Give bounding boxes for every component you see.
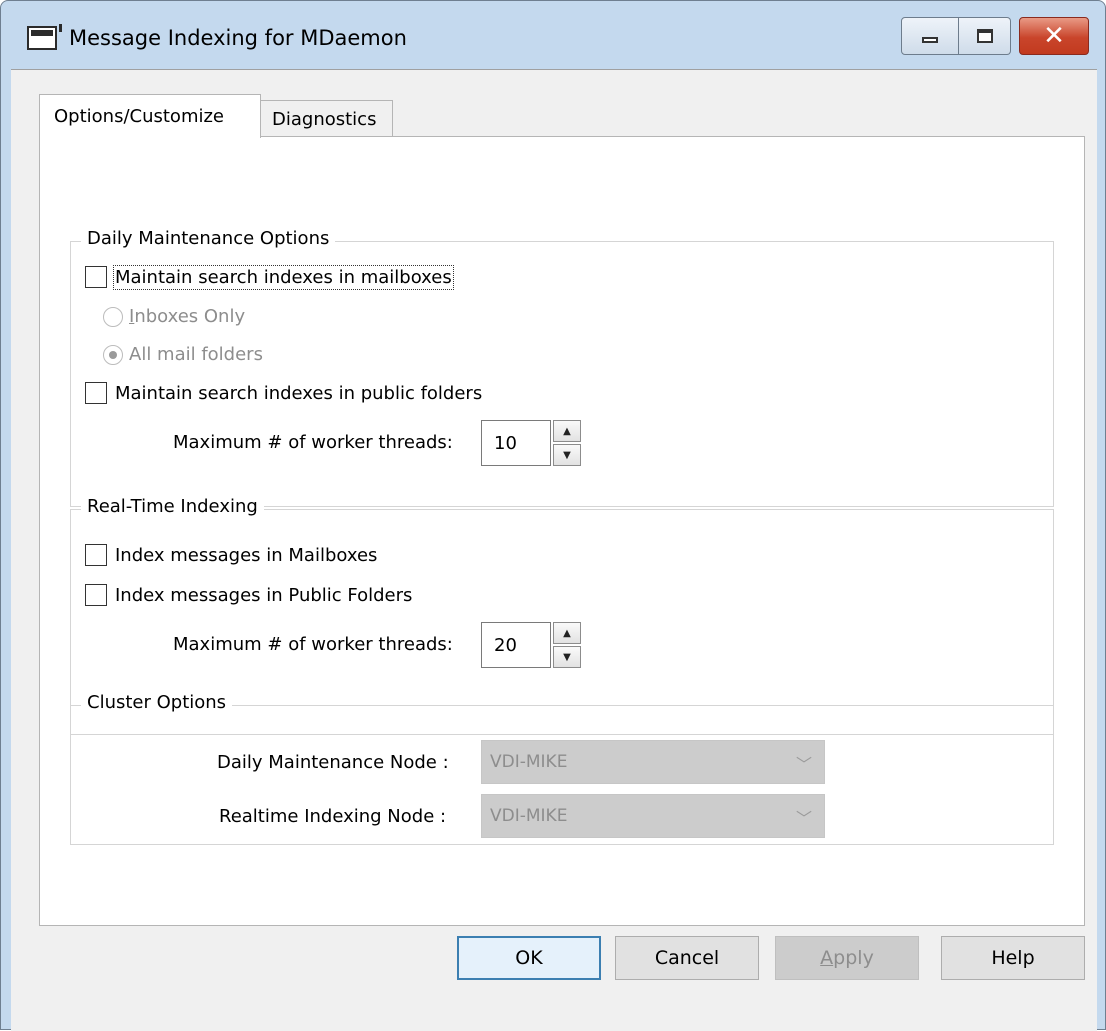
window-title: Message Indexing for MDaemon xyxy=(69,26,407,50)
dialog-client-area: Options/Customize Diagnostics Daily Main… xyxy=(11,69,1097,1031)
group-title: Cluster Options xyxy=(81,692,233,713)
daily-threads-label: Maximum # of worker threads: xyxy=(173,432,453,453)
dialog-window: Message Indexing for MDaemon ✕ Options/C… xyxy=(0,0,1106,1031)
maximize-button[interactable] xyxy=(959,17,1011,55)
tab-label: Options/Customize xyxy=(54,106,224,127)
group-title: Real-Time Indexing xyxy=(81,496,264,517)
all-mail-folders-label: All mail folders xyxy=(129,344,263,365)
cancel-button[interactable]: Cancel xyxy=(615,936,759,980)
realtime-threads-spinner: ▲ ▼ xyxy=(553,622,581,668)
realtime-node-label: Realtime Indexing Node : xyxy=(219,806,447,827)
daily-node-value: VDI-MIKE xyxy=(490,752,568,772)
spin-down-button[interactable]: ▼ xyxy=(553,646,581,668)
all-mail-folders-radio[interactable] xyxy=(103,344,123,365)
chevron-down-icon: ﹀ xyxy=(795,755,812,774)
apply-label: Apply xyxy=(820,947,874,969)
index-mailboxes-checkbox-row[interactable]: Index messages in Mailboxes xyxy=(85,544,377,566)
index-public-checkbox[interactable] xyxy=(85,584,107,606)
daily-maintenance-group: Daily Maintenance Options Maintain searc… xyxy=(70,228,1054,507)
daily-threads-input[interactable]: 10 xyxy=(481,420,551,466)
realtime-threads-label: Maximum # of worker threads: xyxy=(173,634,453,655)
triangle-down-icon: ▼ xyxy=(563,651,571,663)
triangle-down-icon: ▼ xyxy=(563,449,571,461)
daily-node-label: Daily Maintenance Node : xyxy=(217,752,449,773)
app-window-icon xyxy=(27,24,62,54)
realtime-node-select[interactable]: VDI-MIKE ﹀ xyxy=(481,794,825,838)
inboxes-only-label: Inboxes Only xyxy=(129,306,246,327)
maintain-public-checkbox[interactable] xyxy=(85,382,107,404)
daily-threads-spinner: ▲ ▼ xyxy=(553,420,581,466)
spin-down-button[interactable]: ▼ xyxy=(553,444,581,466)
daily-threads-value: 10 xyxy=(494,432,517,454)
realtime-threads-value: 20 xyxy=(494,634,517,656)
inboxes-only-radio-row[interactable]: Inboxes Only xyxy=(103,306,245,327)
maximize-icon xyxy=(976,29,993,43)
maintain-mailboxes-checkbox[interactable] xyxy=(85,266,107,288)
maintain-mailboxes-label: Maintain search indexes in mailboxes xyxy=(113,264,454,290)
options-tab-panel: Daily Maintenance Options Maintain searc… xyxy=(39,136,1085,926)
realtime-threads-input[interactable]: 20 xyxy=(481,622,551,668)
maintain-mailboxes-checkbox-row[interactable]: Maintain search indexes in mailboxes xyxy=(85,264,454,290)
triangle-up-icon: ▲ xyxy=(563,425,571,437)
cluster-options-group: Cluster Options Daily Maintenance Node :… xyxy=(70,692,1054,845)
help-button[interactable]: Help xyxy=(941,936,1085,980)
tab-options-customize[interactable]: Options/Customize xyxy=(39,94,261,138)
triangle-up-icon: ▲ xyxy=(563,627,571,639)
group-title: Daily Maintenance Options xyxy=(81,228,336,249)
apply-button[interactable]: Apply xyxy=(775,936,919,980)
index-public-checkbox-row[interactable]: Index messages in Public Folders xyxy=(85,584,412,606)
ok-button[interactable]: OK xyxy=(457,936,601,980)
index-mailboxes-label: Index messages in Mailboxes xyxy=(115,544,378,566)
all-mail-folders-radio-row[interactable]: All mail folders xyxy=(103,344,263,365)
tab-diagnostics[interactable]: Diagnostics xyxy=(259,100,393,138)
close-button[interactable]: ✕ xyxy=(1019,17,1089,55)
minimize-button[interactable] xyxy=(901,17,959,55)
title-bar[interactable]: Message Indexing for MDaemon ✕ xyxy=(1,1,1105,61)
index-mailboxes-checkbox[interactable] xyxy=(85,544,107,566)
spin-up-button[interactable]: ▲ xyxy=(553,420,581,442)
spin-up-button[interactable]: ▲ xyxy=(553,622,581,644)
maintain-public-label: Maintain search indexes in public folder… xyxy=(115,382,483,404)
tab-label: Diagnostics xyxy=(272,109,377,130)
close-icon: ✕ xyxy=(1043,21,1065,51)
daily-node-select[interactable]: VDI-MIKE ﹀ xyxy=(481,740,825,784)
realtime-node-value: VDI-MIKE xyxy=(490,806,568,826)
inboxes-only-radio[interactable] xyxy=(103,306,123,327)
minimize-icon xyxy=(922,37,938,43)
chevron-down-icon: ﹀ xyxy=(795,809,812,828)
maintain-public-checkbox-row[interactable]: Maintain search indexes in public folder… xyxy=(85,382,482,404)
index-public-label: Index messages in Public Folders xyxy=(115,584,413,606)
